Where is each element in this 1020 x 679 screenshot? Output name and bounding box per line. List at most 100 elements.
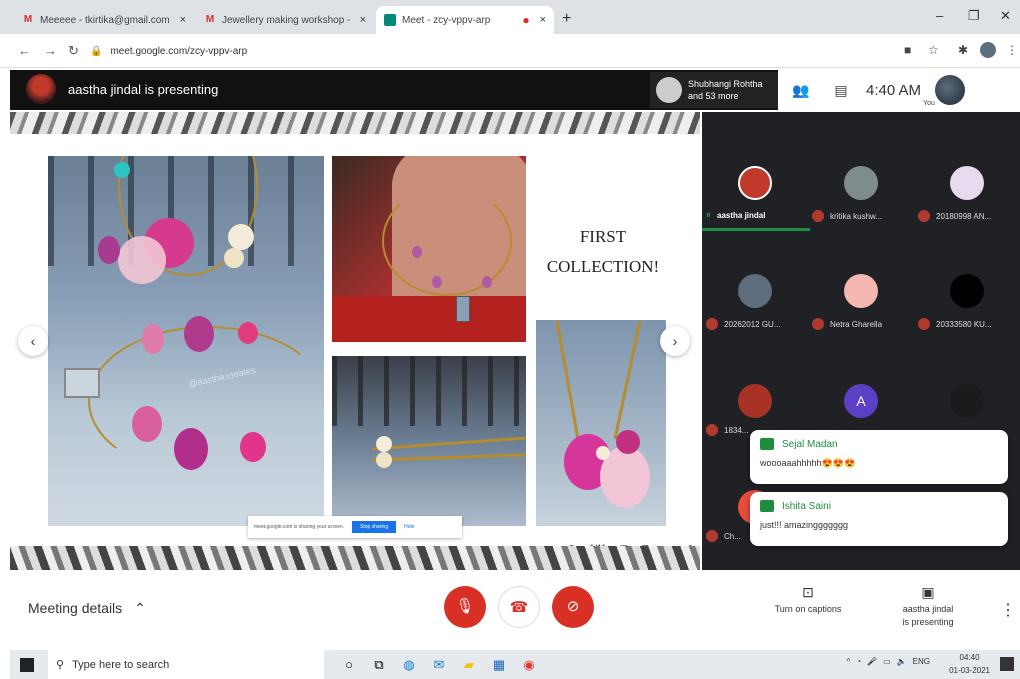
- participant-tile[interactable]: 20180998 AN...: [914, 122, 1020, 230]
- crystal-shape: [64, 368, 100, 398]
- gmail-icon: M: [205, 14, 215, 25]
- more-options-icon[interactable]: ⋮: [1000, 600, 1016, 620]
- bead-shape: [412, 246, 422, 258]
- meeting-clock: 4:40 AM: [866, 81, 922, 99]
- windows-taskbar: ⚲ Type here to search ○ ⧉ ◍ ✉ ▰ ▦ ◉ ^ ◔ …: [10, 650, 1020, 679]
- avatar: [950, 274, 984, 308]
- minimize-icon[interactable]: –: [936, 8, 943, 23]
- participant-name-row: Netra Gharella: [812, 318, 912, 330]
- recording-dot-icon: ●: [522, 13, 530, 27]
- chrome-icon[interactable]: ◉: [514, 657, 544, 673]
- participant-tile[interactable]: 20262012 GU...: [702, 230, 808, 338]
- hide-button[interactable]: Hide: [404, 524, 414, 530]
- close-tab-icon[interactable]: ×: [360, 14, 366, 26]
- participant-tile[interactable]: 20333580 KU...: [914, 230, 1020, 338]
- notifications-icon[interactable]: [1000, 657, 1014, 671]
- chat-message: woooaaahhhhh😍😍😍: [760, 458, 856, 468]
- meeting-details-button[interactable]: Meeting details ⌃: [28, 600, 146, 617]
- previous-slide-button[interactable]: ‹: [18, 326, 48, 356]
- avatar: [844, 274, 878, 308]
- chat-notification[interactable]: Ishita Saini just!!! amazinggggggg: [750, 492, 1008, 546]
- profile-avatar[interactable]: [980, 42, 996, 58]
- maximize-icon[interactable]: ❐: [968, 8, 980, 24]
- participant-name: 1834...: [724, 425, 749, 435]
- close-tab-icon[interactable]: ×: [180, 14, 186, 26]
- edge-icon[interactable]: ◍: [394, 657, 424, 673]
- menu-icon[interactable]: ⋮: [1006, 43, 1018, 57]
- store-icon[interactable]: ▦: [484, 657, 514, 673]
- bookmark-star-icon[interactable]: ☆: [928, 43, 939, 57]
- tab-gmail-2[interactable]: M Jewellery making workshop - ... ×: [196, 6, 374, 34]
- file-explorer-icon[interactable]: ▰: [454, 657, 484, 673]
- reload-icon[interactable]: ↻: [68, 43, 79, 59]
- marble-border-bottom: [10, 546, 700, 570]
- back-icon[interactable]: ←: [18, 43, 31, 58]
- leave-call-button[interactable]: ☎: [498, 586, 540, 628]
- participant-tile[interactable]: ⏸ aastha jindal: [702, 122, 808, 230]
- pearl-shape: [376, 452, 392, 468]
- pearl-shape: [596, 446, 610, 460]
- camera-icon[interactable]: ■: [904, 43, 911, 57]
- participant-tile[interactable]: kritika kushw...: [808, 122, 914, 230]
- search-icon: ⚲: [56, 659, 65, 671]
- battery-icon[interactable]: ▭: [883, 657, 891, 666]
- presentation-stage: @aastha.creates FIRST COLLECTION! ‹ › me…: [10, 112, 700, 570]
- chain-shape: [613, 320, 642, 440]
- avatar: [738, 384, 772, 418]
- task-view-icon[interactable]: ⧉: [364, 657, 394, 673]
- presenting-button[interactable]: ▣ aastha jindal is presenting: [888, 585, 968, 629]
- avatar: [26, 74, 56, 104]
- bead-shape: [432, 276, 442, 288]
- tab-gmail-1[interactable]: M Meeeee - tkirtika@gmail.com ×: [14, 6, 194, 34]
- chevron-up-icon: ⌃: [134, 600, 146, 616]
- windows-start-icon[interactable]: [20, 657, 34, 672]
- mic-off-icon: [918, 318, 930, 330]
- language-indicator[interactable]: ENG: [913, 657, 930, 666]
- next-slide-button[interactable]: ›: [660, 326, 690, 356]
- chevron-up-icon[interactable]: ^: [847, 657, 851, 666]
- close-tab-icon[interactable]: ×: [540, 14, 546, 26]
- avatar: [738, 274, 772, 308]
- volume-icon[interactable]: 🔈: [897, 657, 907, 666]
- participants-chip[interactable]: Shubhangi Rohtha and 53 more: [650, 72, 778, 108]
- chain-shape: [382, 186, 512, 296]
- people-icon[interactable]: 👥: [786, 82, 816, 99]
- microphone-icon[interactable]: 🎤: [867, 657, 877, 666]
- participant-name-row: 20262012 GU...: [706, 318, 806, 330]
- participant-tile[interactable]: Netra Gharella: [808, 230, 914, 338]
- chat-icon[interactable]: ▤: [826, 82, 856, 99]
- chat-message: just!!! amazinggggggg: [760, 520, 849, 530]
- chat-notification[interactable]: Sejal Madan woooaaahhhhh😍😍😍: [750, 430, 1008, 484]
- taskbar-clock[interactable]: 04:40 01-03-2021: [949, 651, 990, 677]
- url-field[interactable]: 🔒 meet.google.com/zcy-vppv-arp: [90, 39, 850, 63]
- url-text: meet.google.com/zcy-vppv-arp: [110, 45, 248, 57]
- captions-button[interactable]: ⊡ Turn on captions: [768, 585, 848, 616]
- tab-meet[interactable]: Meet - zcy-vppv-arp ● ×: [376, 6, 554, 34]
- forward-icon[interactable]: →: [44, 43, 57, 58]
- mail-icon[interactable]: ✉: [424, 657, 454, 673]
- chat-sender: Sejal Madan: [782, 438, 838, 450]
- participants-chip-text: Shubhangi Rohtha and 53 more: [688, 78, 763, 102]
- avatar: [738, 166, 772, 200]
- chain-shape: [555, 320, 580, 440]
- avatar[interactable]: You: [923, 75, 966, 107]
- close-window-icon[interactable]: ✕: [1000, 8, 1011, 24]
- mic-off-icon: [812, 318, 824, 330]
- new-tab-button[interactable]: +: [562, 10, 571, 28]
- network-icon[interactable]: ◔: [856, 657, 861, 666]
- cortana-icon[interactable]: ○: [334, 657, 364, 672]
- jewellery-photo-pearls: [332, 356, 526, 526]
- bead-shape: [184, 316, 214, 352]
- bead-shape: [482, 276, 492, 288]
- bead-shape: [132, 406, 162, 442]
- camera-off-button[interactable]: ⊘: [552, 586, 594, 628]
- avatar: A: [844, 384, 878, 418]
- presenting-label-line2: is presenting: [902, 617, 954, 627]
- taskbar-search[interactable]: ⚲ Type here to search: [48, 650, 324, 679]
- bead-shape: [98, 236, 120, 264]
- stop-sharing-button[interactable]: Stop sharing: [352, 521, 397, 533]
- mic-off-button[interactable]: 🎙: [444, 586, 486, 628]
- meeting-details-label: Meeting details: [28, 600, 123, 616]
- chat-sender-row: Sejal Madan: [760, 438, 998, 450]
- extensions-icon[interactable]: ✱: [958, 43, 968, 57]
